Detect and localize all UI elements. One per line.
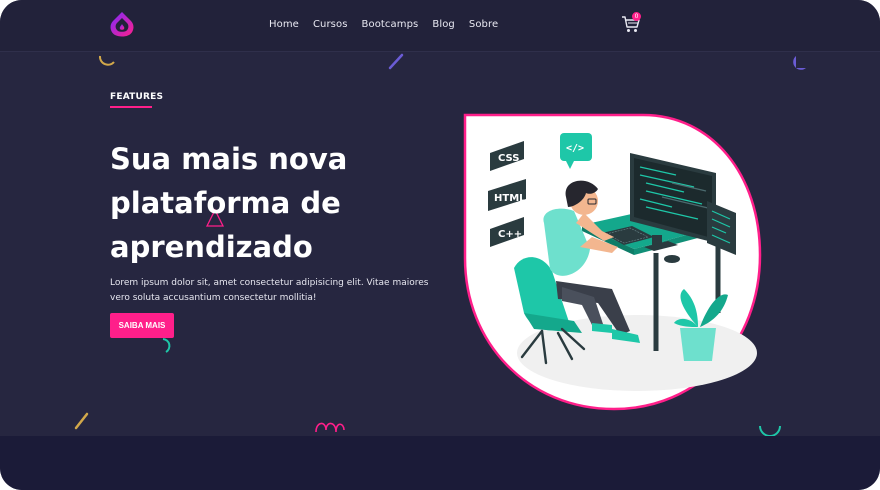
code-bubble-label: </> [566, 143, 584, 154]
eyebrow-underline [110, 106, 152, 108]
tag-html-label: HTML [494, 193, 526, 204]
hero-description: Lorem ipsum dolor sit, amet consectetur … [110, 278, 429, 303]
page-frame: Home Cursos Bootcamps Blog Sobre 0 FEATU… [0, 0, 880, 490]
hero-illustration: CSS HTML C++ </> [463, 113, 762, 411]
tag-cpp-label: C++ [498, 229, 522, 240]
section-eyebrow: FEATURES [110, 92, 164, 102]
tag-css-label: CSS [498, 153, 519, 164]
hero-title: Sua mais nova plataforma de aprendizado [110, 142, 348, 264]
bottom-section [0, 436, 880, 490]
saiba-mais-button[interactable]: SAIBA MAIS [110, 313, 174, 338]
